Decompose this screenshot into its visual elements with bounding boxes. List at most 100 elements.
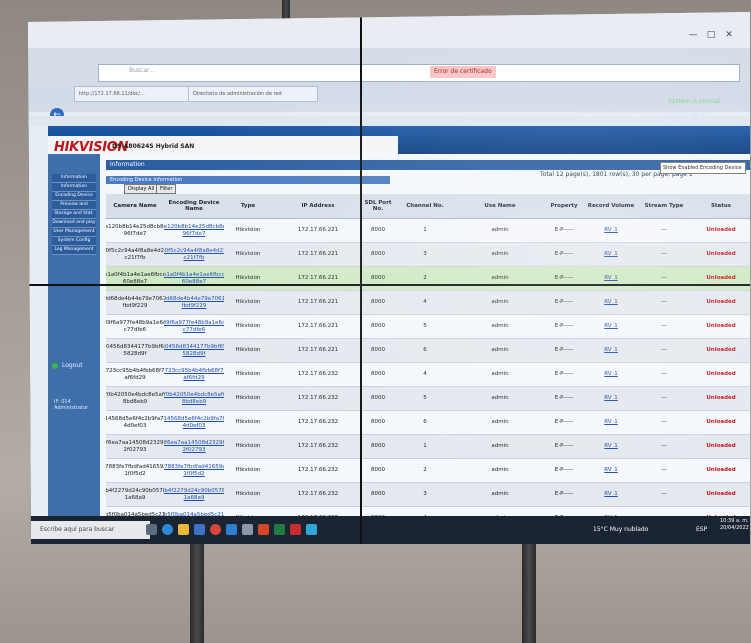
filter-button[interactable]: Filter xyxy=(156,184,177,194)
tab-active[interactable]: http://172.17.66.11/doc/... xyxy=(74,86,194,102)
device-name-link[interactable]: 81de120b8b14e25d8cb8e2f0 96f7de7 xyxy=(164,224,224,238)
task-view-icon[interactable] xyxy=(146,524,157,535)
property-cell: E-P----- xyxy=(554,443,574,449)
media-icon[interactable] xyxy=(306,524,317,535)
status-cell-wrap: Unloaded xyxy=(692,363,750,386)
table-row[interactable]: e9df6ea7aa14508d2329f9df 2f02793e9df6ea7… xyxy=(106,435,750,459)
stream-type-cell: --- xyxy=(661,467,667,473)
record-volume-link[interactable]: RV_1 xyxy=(604,395,618,402)
logout-icon[interactable] xyxy=(52,363,58,369)
table-row[interactable]: 2b6b4f2279d24c90b057847f 1a68a92b6b4f227… xyxy=(106,483,750,507)
minimize-icon[interactable]: — xyxy=(686,30,700,40)
camera-name-cell-wrap: 1aa9d68de4b44e79e70613b8 fbd9f229 xyxy=(106,291,164,314)
col-property: Property xyxy=(550,203,578,209)
user-cell: admin xyxy=(491,251,509,257)
table-row[interactable]: a3b1a0f4b1a4e1ae6fbcd6b 60e88e7a3b1a0f4b… xyxy=(106,267,750,291)
device-name-link[interactable]: 2f2f0b42050e4bdc8e5af0ae 8bd8eb9 xyxy=(164,392,224,406)
device-name-link[interactable]: 2089f6a977fe48b9a1e6d49 c77dfe6 xyxy=(164,320,224,334)
record-volume-link[interactable]: RV_1 xyxy=(604,323,618,330)
record-volume-link[interactable]: RV_1 xyxy=(604,251,618,258)
table-row[interactable]: 9614568d5e6f4c2b9fa7f54 4d0ef039614568d5… xyxy=(106,411,750,435)
sidebar-item-encoding-device[interactable]: Encoding Device xyxy=(52,192,96,201)
maximize-icon[interactable]: □ xyxy=(704,30,718,40)
powerpoint-icon[interactable] xyxy=(258,524,269,535)
chrome-icon[interactable] xyxy=(210,524,221,535)
file-explorer-icon[interactable] xyxy=(178,524,189,535)
port-cell-wrap: 8000 xyxy=(364,435,392,458)
device-name-link[interactable]: 9614568d5e6f4c2b9fa7f54 4d0ef03 xyxy=(164,416,224,430)
property-cell-wrap: E-P----- xyxy=(542,243,586,266)
record-volume-link[interactable]: RV_1 xyxy=(604,419,618,426)
table-row[interactable]: d17883fe7fbdfad41659a... 1f0f5d2d17883fe… xyxy=(106,459,750,483)
table-row[interactable]: 81de120b8b14e25d8cb8e2f0 96f7de781de120b… xyxy=(106,219,750,243)
device-name-link-wrap: 2f2f0b42050e4bdc8e5af0ae 8bd8eb9 xyxy=(164,387,224,410)
sidebar-item-storage[interactable]: Storage and Stat. xyxy=(52,210,96,219)
record-volume-link[interactable]: RV_1 xyxy=(604,443,618,450)
table-row[interactable]: 2089f6a977fe48b9a1e6d49 c77dfe62089f6a97… xyxy=(106,315,750,339)
table-row[interactable]: 2b3723cc95b4b4fbb68f7a63 af6fd292b3723cc… xyxy=(106,363,750,387)
user-cell: admin xyxy=(491,227,509,233)
table-row[interactable]: 4ae0f5c2c94a4f8a8e4d2186 c21f7fb4ae0f5c2… xyxy=(106,243,750,267)
table-row[interactable]: 2f2f0b42050e4bdc8e5af0ae 8bd8eb92f2f0b42… xyxy=(106,387,750,411)
ie-icon[interactable] xyxy=(226,524,237,535)
sidebar-item-information-sub[interactable]: Information xyxy=(52,183,96,192)
record-volume-link[interactable]: RV_1 xyxy=(604,347,618,354)
record-volume-link[interactable]: RV_1 xyxy=(604,299,618,306)
record-volume-link[interactable]: RV_1 xyxy=(604,227,618,234)
store-icon[interactable] xyxy=(194,524,205,535)
channel-cell-wrap: 2 xyxy=(392,267,458,290)
ip-cell-wrap: 172.17.66.221 xyxy=(272,267,364,290)
property-cell: E-P----- xyxy=(554,299,574,305)
recorder-icon[interactable] xyxy=(290,524,301,535)
sidebar-item-information[interactable]: Information xyxy=(52,174,96,183)
device-name-link[interactable]: 2b3723cc95b4b4fbb68f7a63 af6fd29 xyxy=(164,368,224,382)
excel-icon[interactable] xyxy=(274,524,285,535)
certificate-warning[interactable]: Error de certificado xyxy=(430,66,496,78)
display-all-button[interactable]: Display All xyxy=(124,184,159,194)
status-cell: Unloaded xyxy=(706,347,736,353)
stream-type-cell: --- xyxy=(661,299,667,305)
device-name-link[interactable]: 4ae0f5c2c94a4f8a8e4d2186 c21f7fb xyxy=(164,248,224,262)
port-cell-wrap: 8000 xyxy=(364,411,392,434)
device-name-link[interactable]: 98e0456d8344177b9bf6599 5828d9f xyxy=(164,344,224,358)
record-volume-link[interactable]: RV_1 xyxy=(604,371,618,378)
device-name-link[interactable]: 2b6b4f2279d24c90b057847f 1a68a9 xyxy=(164,488,224,502)
taskbar-clock[interactable]: 10:39 a. m. 20/04/2022 xyxy=(720,518,749,532)
port-cell: 8000 xyxy=(371,275,385,281)
type-cell-wrap: Hikvision xyxy=(224,315,272,338)
weather-widget[interactable]: 15°C Muy nublado xyxy=(593,526,648,533)
record-volume-link[interactable]: RV_1 xyxy=(604,467,618,474)
sidebar-item-system-config[interactable]: System Config xyxy=(52,237,96,246)
app-icon[interactable] xyxy=(242,524,253,535)
tab-secondary[interactable]: Directorio de administración de red xyxy=(188,86,318,102)
record-volume-link[interactable]: RV_1 xyxy=(604,491,618,498)
close-icon[interactable]: ✕ xyxy=(722,30,736,40)
device-name-link-wrap: 4ae0f5c2c94a4f8a8e4d2186 c21f7fb xyxy=(164,243,224,266)
type-cell: Hikvision xyxy=(235,299,261,305)
filter-select[interactable]: Show Enabled Encoding Device xyxy=(660,162,746,174)
channel-cell: 6 xyxy=(423,347,427,353)
device-name-link[interactable]: e9df6ea7aa14508d2329f9df 2f02793 xyxy=(164,440,224,454)
edge-icon[interactable] xyxy=(162,524,173,535)
user-cell: admin xyxy=(491,491,509,497)
record-volume-link[interactable]: RV_1 xyxy=(604,275,618,282)
record-volume-link-wrap: RV_1 xyxy=(586,411,636,434)
language-indicator[interactable]: ESP xyxy=(696,526,707,533)
sidebar-item-download[interactable]: Download and play xyxy=(52,219,96,228)
table-header: Camera Name Encoding Device Name Type IP… xyxy=(106,194,750,219)
sidebar-item-log[interactable]: Log Management xyxy=(52,246,96,255)
table-row[interactable]: 98e0456d8344177b9bf6599 5828d9f98e0456d8… xyxy=(106,339,750,363)
sidebar-info: IF: 014 Administrator xyxy=(54,399,88,411)
device-name-link[interactable]: 1aa9d68de4b44e79e70613b8 fbd9f229 xyxy=(164,296,224,310)
device-name-link[interactable]: d17883fe7fbdfad41659a... 1f0f5d2 xyxy=(164,464,224,478)
ip-cell-wrap: 172.17.66.221 xyxy=(272,291,364,314)
taskbar-search-input[interactable]: Escribe aquí para buscar xyxy=(28,521,150,539)
table-row[interactable]: 1aa9d68de4b44e79e70613b8 fbd9f2291aa9d68… xyxy=(106,291,750,315)
address-bar[interactable]: Buscar... xyxy=(98,64,740,82)
camera-name-cell: 1aa9d68de4b44e79e70613b8 fbd9f229 xyxy=(106,295,164,309)
logout-link[interactable]: Logout xyxy=(62,362,83,369)
channel-cell-wrap: 6 xyxy=(392,339,458,362)
camera-name-cell-wrap: d17883fe7fbdfad41659a... 1f0f5d2 xyxy=(106,459,164,482)
sidebar-item-users[interactable]: User Management xyxy=(52,228,96,237)
sidebar-item-preview[interactable]: Preview and Playback xyxy=(52,201,96,215)
